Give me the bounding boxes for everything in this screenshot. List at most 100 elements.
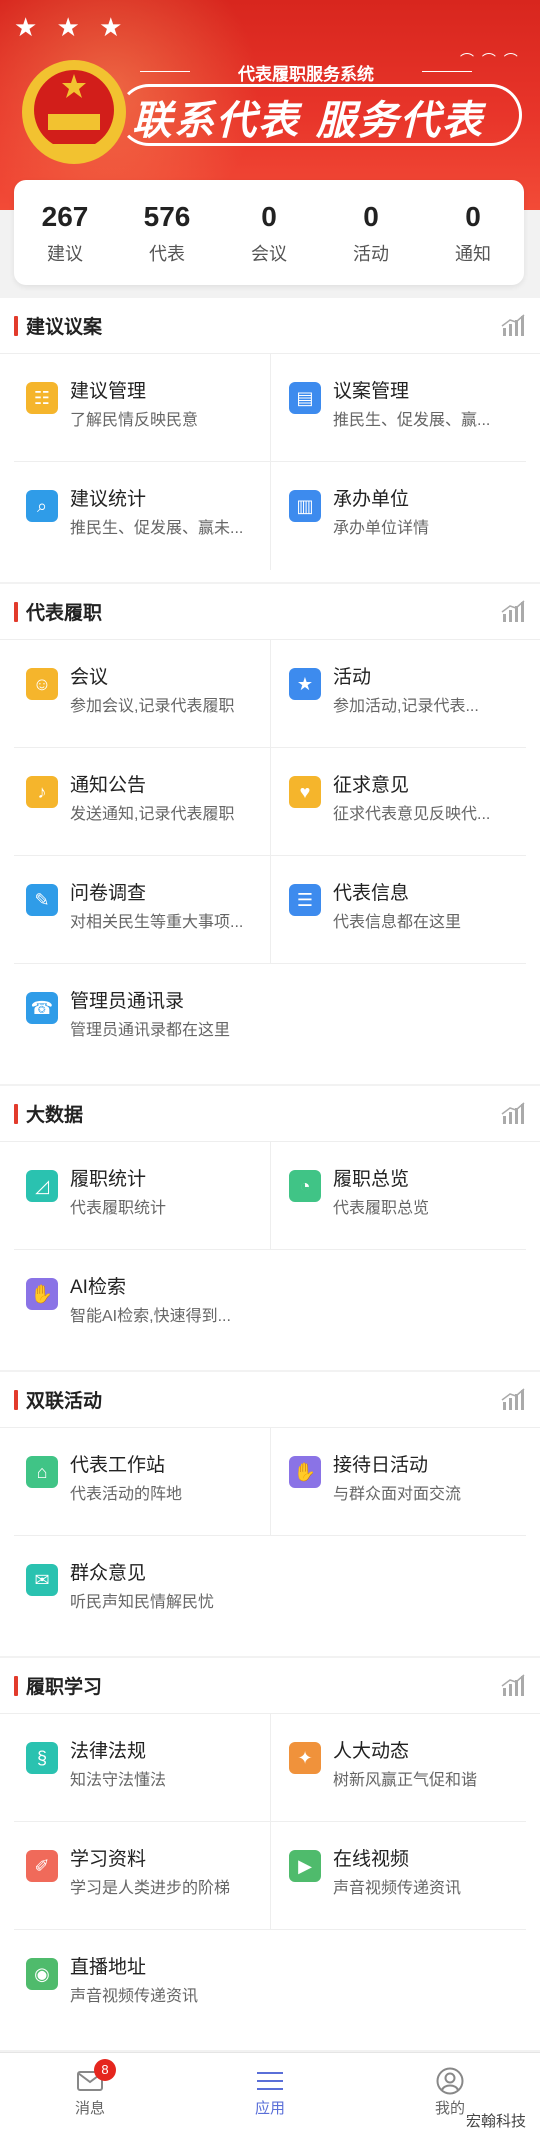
bar-chart-icon[interactable]: [500, 313, 526, 338]
contacts-icon: ☎: [26, 992, 58, 1024]
menu-item-stats-search[interactable]: ⌕ 建议统计 推民生、促发展、赢未...: [14, 462, 270, 570]
menu-item-subtitle: 学习是人类进步的阶梯: [70, 1880, 231, 1897]
menu-item-star[interactable]: ★ 活动 参加活动,记录代表...: [270, 640, 526, 748]
system-title: 代表履职服务系统: [140, 60, 472, 85]
menu-item-subtitle: 听民声知民情解民忧: [70, 1594, 215, 1611]
meeting-icon: ☺: [26, 668, 58, 700]
stat-representatives[interactable]: 576 代表: [122, 200, 212, 266]
section-header: 双联活动: [0, 1372, 540, 1428]
folder-doc-icon: ▤: [289, 382, 321, 414]
bottom-tab-bar: 8 消息 应用 我的: [0, 2052, 540, 2134]
menu-item-subtitle: 管理员通讯录都在这里: [70, 1022, 231, 1039]
menu-item-subtitle: 与群众面对面交流: [333, 1486, 462, 1503]
menu-item-live[interactable]: ◉ 直播地址 声音视频传递资讯: [14, 1930, 270, 2038]
menu-item-subtitle: 知法守法懂法: [70, 1772, 167, 1789]
bar-chart-icon[interactable]: [500, 1101, 526, 1126]
section-duty: 代表履职 ☺ 会议 参加会议,记录代表履职 ★ 活动 参加活动,记录代表... …: [0, 584, 540, 1084]
stat-label: 通知: [455, 243, 491, 264]
stats-search-icon: ⌕: [26, 490, 58, 522]
menu-item-study[interactable]: ✐ 学习资料 学习是人类进步的阶梯: [14, 1822, 270, 1930]
stat-suggestions[interactable]: 267 建议: [20, 200, 110, 266]
section-title: 履职学习: [14, 1672, 102, 1699]
menu-item-subtitle: 推民生、促发展、赢未...: [70, 520, 244, 537]
menu-item-title: 建议统计: [70, 489, 147, 510]
bar-chart-icon[interactable]: [500, 599, 526, 624]
tab-apps[interactable]: 应用: [210, 2065, 330, 2118]
menu-item-title: 通知公告: [70, 775, 147, 796]
menu-item-folder-doc[interactable]: ▤ 议案管理 推民生、促发展、赢...: [270, 354, 526, 462]
video-icon: ▶: [289, 1850, 321, 1882]
stat-label: 活动: [353, 243, 389, 264]
menu-item-title: 承办单位: [333, 489, 410, 510]
menu-item-bell[interactable]: ♪ 通知公告 发送通知,记录代表履职: [14, 748, 270, 856]
handshake-icon: ✋: [289, 1456, 321, 1488]
menu-item-home[interactable]: ⌂ 代表工作站 代表活动的阵地: [14, 1428, 270, 1536]
menu-item-title: 征求意见: [333, 775, 410, 796]
stat-label: 代表: [149, 243, 185, 264]
menu-item-title: 代表信息: [333, 883, 410, 904]
tab-label: 消息: [74, 2100, 105, 2117]
menu-item-building[interactable]: ▥ 承办单位 承办单位详情: [270, 462, 526, 570]
line-chart-icon: ◿: [26, 1170, 58, 1202]
law-book-icon: §: [26, 1742, 58, 1774]
menu-item-title: 在线视频: [333, 1849, 410, 1870]
menu-lines-icon: [257, 2072, 283, 2090]
menu-item-subtitle: 征求代表意见反映代...: [333, 806, 491, 823]
national-emblem-icon: [22, 60, 126, 164]
menu-item-pie-chart[interactable]: ◔ 履职总览 代表履职总览: [270, 1142, 526, 1250]
menu-item-law-book[interactable]: § 法律法规 知法守法懂法: [14, 1714, 270, 1822]
heart-shield-icon: ♥: [289, 776, 321, 808]
section-header: 代表履职: [0, 584, 540, 640]
menu-item-line-chart[interactable]: ◿ 履职统计 代表履职统计: [14, 1142, 270, 1250]
menu-item-document-user[interactable]: ☷ 建议管理 了解民情反映民意: [14, 354, 270, 462]
menu-item-subtitle: 代表信息都在这里: [333, 914, 462, 931]
menu-item-survey[interactable]: ✎ 问卷调查 对相关民生等重大事项...: [14, 856, 270, 964]
stat-label: 会议: [251, 243, 287, 264]
survey-icon: ✎: [26, 884, 58, 916]
stat-value: 0: [261, 200, 277, 232]
menu-item-title: 议案管理: [333, 381, 410, 402]
menu-item-feedback[interactable]: ✉ 群众意见 听民声知民情解民忧: [14, 1536, 270, 1644]
section-dual-link: 双联活动 ⌂ 代表工作站 代表活动的阵地 ✋ 接待日活动 与群众面对面交流 ✉ …: [0, 1372, 540, 1656]
stat-value: 267: [41, 200, 89, 232]
stat-label: 建议: [47, 243, 83, 264]
menu-item-video[interactable]: ▶ 在线视频 声音视频传递资讯: [270, 1822, 526, 1930]
pie-chart-icon: ◔: [289, 1170, 321, 1202]
unread-badge: 8: [94, 2059, 116, 2081]
menu-item-contacts[interactable]: ☎ 管理员通讯录 管理员通讯录都在这里: [14, 964, 270, 1072]
menu-item-title: 群众意见: [70, 1563, 147, 1584]
header-banner: ★ ★ ★ 代表履职服务系统 联系代表 服务代表 ⌒ ⌒ ⌒: [0, 0, 540, 210]
menu-item-subtitle: 代表活动的阵地: [70, 1486, 183, 1503]
menu-item-title: 直播地址: [70, 1957, 147, 1978]
section-title: 代表履职: [14, 598, 102, 625]
menu-item-heart-shield[interactable]: ♥ 征求意见 征求代表意见反映代...: [270, 748, 526, 856]
bar-chart-icon[interactable]: [500, 1673, 526, 1698]
stats-card: 267 建议 576 代表 0 会议 0 活动 0 通知: [14, 180, 524, 285]
profile-icon: ☰: [289, 884, 321, 916]
document-user-icon: ☷: [26, 382, 58, 414]
stat-activities[interactable]: 0 活动: [326, 200, 416, 266]
section-title: 建议议案: [14, 312, 102, 339]
menu-item-title: 履职统计: [70, 1169, 147, 1190]
stat-value: 576: [143, 200, 191, 232]
menu-item-subtitle: 承办单位详情: [333, 520, 430, 537]
menu-item-news[interactable]: ✦ 人大动态 树新风赢正气促和谐: [270, 1714, 526, 1822]
menu-item-handshake[interactable]: ✋ 接待日活动 与群众面对面交流: [270, 1428, 526, 1536]
section-big-data: 大数据 ◿ 履职统计 代表履职统计 ◔ 履职总览 代表履职总览 ✋ AI检索 智…: [0, 1086, 540, 1370]
menu-item-title: 法律法规: [70, 1741, 147, 1762]
menu-item-title: 代表工作站: [70, 1455, 166, 1476]
tab-messages[interactable]: 8 消息: [30, 2059, 150, 2118]
handshake-icon: ✋: [26, 1278, 58, 1310]
menu-item-handshake[interactable]: ✋ AI检索 智能AI检索,快速得到...: [14, 1250, 270, 1358]
bar-chart-icon[interactable]: [500, 1387, 526, 1412]
menu-item-subtitle: 对相关民生等重大事项...: [70, 914, 244, 931]
stat-notices[interactable]: 0 通知: [428, 200, 518, 266]
watermark-text: 宏翰科技: [465, 2113, 526, 2130]
menu-item-profile[interactable]: ☰ 代表信息 代表信息都在这里: [270, 856, 526, 964]
stat-meetings[interactable]: 0 会议: [224, 200, 314, 266]
menu-item-meeting[interactable]: ☺ 会议 参加会议,记录代表履职: [14, 640, 270, 748]
menu-item-subtitle: 参加会议,记录代表履职: [70, 698, 235, 715]
stat-value: 0: [363, 200, 379, 232]
star-icon: ★: [289, 668, 321, 700]
stars-decoration-icon: ★ ★ ★: [14, 12, 129, 42]
